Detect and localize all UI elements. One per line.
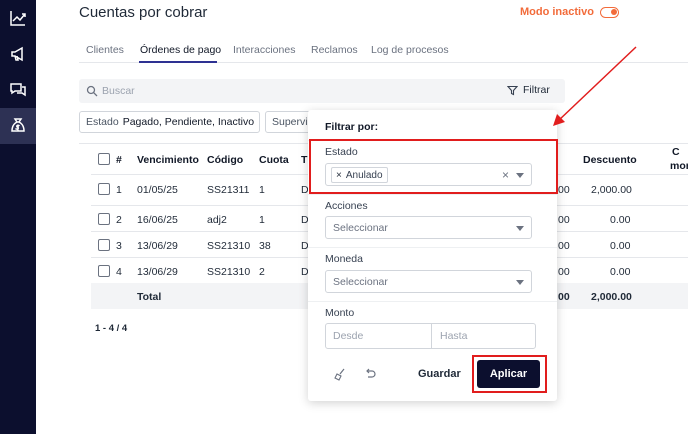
moneda-placeholder: Seleccionar — [333, 276, 388, 288]
filter-button[interactable]: Filtrar — [507, 84, 550, 96]
sidebar-item-campaigns[interactable] — [0, 36, 36, 72]
row-checkbox[interactable] — [98, 183, 110, 195]
column-header[interactable]: Descuento — [583, 154, 637, 166]
acciones-select[interactable]: Seleccionar — [325, 216, 532, 239]
cell-vencimiento: 13/06/29 — [137, 240, 178, 252]
page-title: Cuentas por cobrar — [79, 4, 208, 21]
cell-codigo: adj2 — [207, 214, 227, 226]
cell-cuota: 1 — [259, 184, 265, 196]
monto-hasta-input[interactable]: Hasta — [440, 330, 467, 342]
monto-range: Desde Hasta — [325, 323, 536, 349]
monto-desde-input[interactable]: Desde — [333, 330, 363, 342]
cell-partial: 00 — [558, 184, 570, 196]
chevron-down-icon[interactable] — [516, 226, 524, 231]
row-number: 1 — [116, 184, 122, 196]
cell-cuota: 2 — [259, 266, 265, 278]
cell-descuento: 0.00 — [610, 240, 631, 252]
close-icon[interactable]: ✕ — [259, 116, 260, 128]
filter-chip-estado[interactable]: Estado Pagado, Pendiente, Inactivo ✕ — [79, 111, 260, 133]
cell-codigo: SS21311 — [207, 184, 250, 196]
save-button[interactable]: Guardar — [418, 368, 461, 380]
cell-partial: 00 — [558, 266, 570, 278]
highlight-apply-box — [472, 355, 547, 393]
column-header: C — [672, 146, 680, 158]
cell-codigo: SS21310 — [207, 266, 251, 278]
row-number: 4 — [116, 266, 122, 278]
cell-vencimiento: 16/06/25 — [137, 214, 178, 226]
undo-icon[interactable] — [363, 367, 377, 381]
tab-bar: Clientes Órdenes de pago Interacciones R… — [79, 37, 688, 63]
moneda-select[interactable]: Seleccionar — [325, 270, 532, 293]
mode-toggle[interactable]: Modo inactivo — [520, 6, 619, 18]
tab-reclamos[interactable]: Reclamos — [311, 44, 358, 56]
tab-log-de-procesos[interactable]: Log de procesos — [371, 44, 449, 56]
sidebar-item-messages[interactable] — [0, 72, 36, 108]
section-divider — [308, 194, 557, 195]
search-bar[interactable]: Buscar Filtrar — [79, 79, 565, 103]
sidebar-item-collections[interactable] — [0, 108, 36, 144]
money-bag-icon — [11, 118, 25, 132]
row-number: 3 — [116, 240, 122, 252]
tab-clientes[interactable]: Clientes — [86, 44, 124, 56]
column-header: # — [116, 154, 122, 166]
total-descuento: 2,000.00 — [591, 291, 632, 303]
section-divider — [308, 301, 557, 302]
chevron-down-icon[interactable] — [516, 280, 524, 285]
chip-value: Pagado, Pendiente, Inactivo — [122, 116, 255, 128]
mode-label: Modo inactivo — [520, 6, 594, 18]
cell-descuento: 0.00 — [610, 214, 631, 226]
cell-vencimiento: 13/06/29 — [137, 266, 178, 278]
select-all-checkbox[interactable] — [98, 153, 110, 165]
cell-descuento: 0.00 — [610, 266, 631, 278]
cell-cuota: 1 — [259, 214, 265, 226]
chat-bubbles-icon — [10, 83, 26, 97]
cell-partial: 00 — [558, 240, 570, 252]
column-header: mon — [670, 160, 688, 172]
funnel-icon — [507, 85, 518, 95]
pagination-info: 1 - 4 / 4 — [95, 323, 128, 334]
section-divider — [308, 247, 557, 248]
search-input[interactable]: Buscar — [102, 85, 135, 97]
cell-codigo: SS21310 — [207, 240, 251, 252]
total-label: Total — [137, 291, 162, 303]
toggle-switch-icon[interactable] — [599, 6, 619, 18]
filter-panel-title: Filtrar por: — [325, 121, 379, 133]
total-partial: 00 — [558, 291, 570, 303]
sidebar-item-analytics[interactable] — [0, 0, 36, 36]
filter-chip-supervisor[interactable]: Supervis — [265, 111, 311, 133]
row-checkbox[interactable] — [98, 265, 110, 277]
tab-ordenes-de-pago[interactable]: Órdenes de pago — [140, 44, 221, 56]
cell-cuota: 38 — [259, 240, 271, 252]
tab-interacciones[interactable]: Interacciones — [233, 44, 295, 56]
megaphone-icon — [11, 46, 23, 62]
column-header[interactable]: T — [301, 154, 307, 166]
column-header[interactable]: Código — [207, 154, 243, 166]
chip-key: Supervis — [272, 116, 311, 128]
filter-button-label: Filtrar — [523, 84, 550, 96]
cell-vencimiento: 01/05/25 — [137, 184, 178, 196]
chart-line-icon — [10, 11, 26, 26]
range-divider — [431, 324, 432, 348]
row-checkbox[interactable] — [98, 239, 110, 251]
acciones-label: Acciones — [325, 200, 368, 212]
acciones-placeholder: Seleccionar — [333, 222, 388, 234]
chip-key: Estado — [86, 116, 119, 128]
column-header[interactable]: Vencimiento — [137, 154, 199, 166]
broom-icon[interactable] — [333, 367, 347, 381]
active-tab-indicator — [139, 61, 217, 63]
highlight-estado-box — [309, 139, 558, 194]
row-number: 2 — [116, 214, 122, 226]
sidebar — [0, 0, 36, 434]
row-checkbox[interactable] — [98, 213, 110, 225]
column-header[interactable]: Cuota — [259, 154, 289, 166]
monto-label: Monto — [325, 307, 355, 319]
moneda-label: Moneda — [325, 253, 363, 265]
cell-partial: 00 — [558, 214, 570, 226]
search-icon — [86, 85, 98, 97]
cell-descuento: 2,000.00 — [591, 184, 632, 196]
